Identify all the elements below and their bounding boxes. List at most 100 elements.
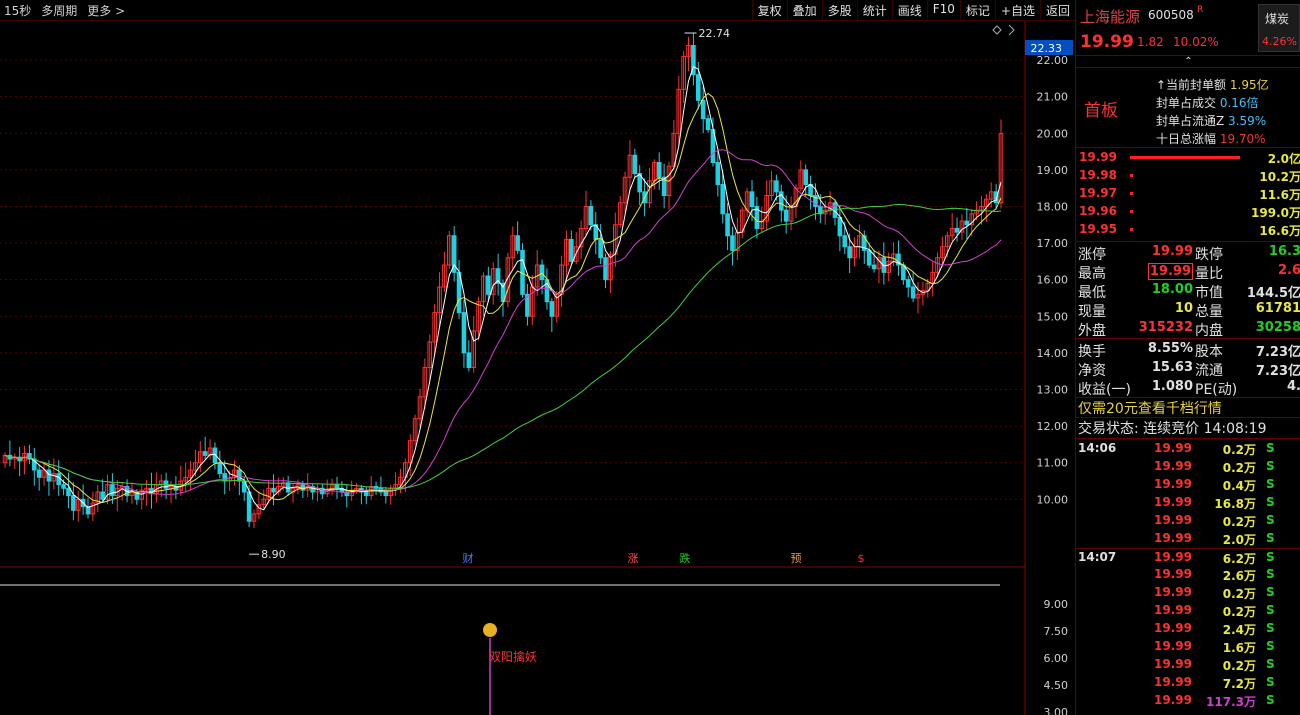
- toolbar-button[interactable]: 标记: [959, 0, 995, 21]
- price-tick-label: 12.00: [1037, 420, 1069, 433]
- toolbar-button[interactable]: 统计: [856, 0, 892, 21]
- tick-price: 19.99: [1154, 459, 1192, 473]
- event-marker: 涨: [628, 552, 639, 565]
- toolbar-button[interactable]: 返回: [1039, 0, 1075, 21]
- expand-caret-icon[interactable]: ⌃: [1076, 55, 1300, 68]
- order-row[interactable]: 19.95 16.6万: [1076, 220, 1300, 238]
- stat-label: 净资: [1078, 363, 1106, 379]
- stat-label: 现量: [1078, 304, 1106, 320]
- tick-side: S: [1266, 513, 1275, 527]
- stat-value: 19.99: [1147, 263, 1193, 280]
- order-row[interactable]: 19.98 10.2万: [1076, 166, 1300, 184]
- stat-label: 跌停: [1195, 247, 1223, 263]
- tick-price: 19.99: [1154, 675, 1192, 689]
- tick-row: 19.99 0.2万 S: [1076, 602, 1300, 620]
- order-row[interactable]: 19.97 11.6万: [1076, 184, 1300, 202]
- indicator-tick-label: 4.50: [1044, 679, 1069, 692]
- tick-row: 19.99 0.2万 S: [1076, 656, 1300, 674]
- toolbar-button[interactable]: F10: [926, 0, 960, 21]
- tick-side: S: [1266, 567, 1275, 581]
- multi-period-button[interactable]: 多周期: [41, 2, 77, 19]
- tick-row: 14:07 19.99 6.2万 S: [1076, 548, 1300, 566]
- stat-label: 最高: [1078, 266, 1106, 282]
- seal-value: 1.95亿: [1229, 78, 1269, 92]
- sector-box[interactable]: 煤炭 4.26%: [1258, 4, 1300, 52]
- tick-side: S: [1266, 495, 1275, 509]
- high-price-label: 22.74: [699, 27, 731, 40]
- order-volume: 2.0亿: [1267, 152, 1300, 166]
- tick-row: 19.99 0.2万 S: [1076, 584, 1300, 602]
- candle-body: [803, 169, 809, 186]
- stat-value: 61781: [1255, 301, 1300, 316]
- period-selector[interactable]: 15秒: [4, 2, 31, 19]
- order-volume-bar: [1130, 210, 1133, 213]
- toolbar-button[interactable]: 叠加: [786, 0, 822, 21]
- candle-body: [539, 264, 545, 281]
- quote-header: 上海能源 600508 R 19.99 1.82 10.02% 煤炭 4.26%: [1076, 0, 1300, 56]
- event-marker: 跌: [680, 551, 691, 565]
- order-volume: 10.2万: [1259, 170, 1300, 184]
- tick-row: 19.99 2.0万 S: [1076, 530, 1300, 548]
- candle-body: [383, 491, 389, 497]
- tick-price: 19.99: [1154, 513, 1192, 527]
- candle-body: [271, 487, 276, 493]
- order-volume-bar: [1130, 192, 1133, 195]
- kline-chart[interactable]: 22.00 21.00 20.00 19.00 18.00 17.00 16.00 15.00…: [0, 21, 1075, 715]
- sector-pct: 4.26%: [1262, 35, 1297, 48]
- seal-row: ↑当前封单额 1.95亿: [1156, 76, 1269, 93]
- toolbar-button[interactable]: +自选: [994, 0, 1040, 21]
- candle-body: [598, 238, 603, 259]
- promo-link[interactable]: 仅需20元查看千档行情: [1078, 398, 1222, 418]
- stats-row: 净资 15.63 流通 7.23亿: [1076, 359, 1300, 379]
- tick-side: S: [1266, 459, 1275, 473]
- toolbar-button[interactable]: 复权: [751, 0, 787, 21]
- order-volume: 16.6万: [1259, 224, 1300, 238]
- order-price: 19.98: [1079, 168, 1117, 182]
- stat-value: 30258: [1255, 320, 1300, 335]
- stat-label: 量比: [1195, 266, 1223, 282]
- order-row[interactable]: 19.99 2.0亿: [1076, 148, 1300, 166]
- tick-price: 19.99: [1154, 639, 1192, 653]
- candle-body: [905, 279, 911, 288]
- tick-volume: 0.2万: [1222, 587, 1256, 601]
- indicator-tick-label: 7.50: [1044, 625, 1069, 638]
- tick-price: 19.99: [1154, 495, 1192, 509]
- stat-value: 315232: [1138, 320, 1193, 335]
- candle-body: [695, 74, 701, 101]
- stat-value: 4.: [1287, 379, 1300, 394]
- event-marker: 财: [463, 551, 474, 565]
- order-row[interactable]: 19.96 199.0万: [1076, 202, 1300, 220]
- tick-price: 19.99: [1154, 585, 1192, 599]
- tick-price: 19.99: [1154, 657, 1192, 671]
- candle-body: [569, 238, 574, 262]
- bid-orders: 19.99 2.0亿 19.98 10.2万 19.97 11.6万 19.96 199.0万…: [1076, 148, 1300, 238]
- candle-body: [588, 205, 594, 226]
- candle-body: [466, 352, 472, 369]
- tick-side: S: [1266, 639, 1275, 653]
- stat-value: 19.99: [1151, 244, 1193, 259]
- candle-body: [246, 491, 252, 522]
- order-price: 19.97: [1079, 186, 1117, 200]
- toolbar-button[interactable]: 画线: [891, 0, 927, 21]
- more-button[interactable]: 更多 >: [87, 2, 125, 19]
- candle-body: [549, 301, 555, 317]
- candle-body: [46, 469, 52, 482]
- indicator-signal-label: 双阳擒妖: [489, 649, 537, 664]
- candle-body: [237, 469, 242, 482]
- candle-body: [36, 469, 42, 478]
- tick-list[interactable]: 14:06 19.99 0.2万 S 19.99 0.2万 S 19.99 0.4万 S 19.99…: [1076, 440, 1300, 710]
- tick-side: S: [1266, 603, 1275, 617]
- stats-row: 现量 10 总量 61781: [1076, 300, 1300, 320]
- stat-value: 8.55%: [1147, 341, 1193, 356]
- stats-row: 收益(一) 1.080 PE(动) 4.: [1076, 378, 1300, 398]
- candle-body: [100, 491, 105, 500]
- stats-table: 涨停 19.99 跌停 16.3 最高 19.99 量比 2.6 最低 18.00 市值 144.5亿…: [1076, 243, 1300, 398]
- chart-toolbar: 15秒 多周期 更多 > 复权 叠加 多股 统计 画线 F10 标记 +自选 返回: [0, 0, 1075, 21]
- price-tick-label: 22.00: [1037, 54, 1069, 67]
- order-volume: 199.0万: [1251, 206, 1300, 220]
- quote-panel: 上海能源 600508 R 19.99 1.82 10.02% 煤炭 4.26%…: [1075, 0, 1300, 715]
- divider: [1076, 338, 1300, 339]
- tick-price: 19.99: [1154, 531, 1192, 545]
- toolbar-button[interactable]: 多股: [821, 0, 857, 21]
- price-tick-label: 18.00: [1037, 200, 1069, 213]
